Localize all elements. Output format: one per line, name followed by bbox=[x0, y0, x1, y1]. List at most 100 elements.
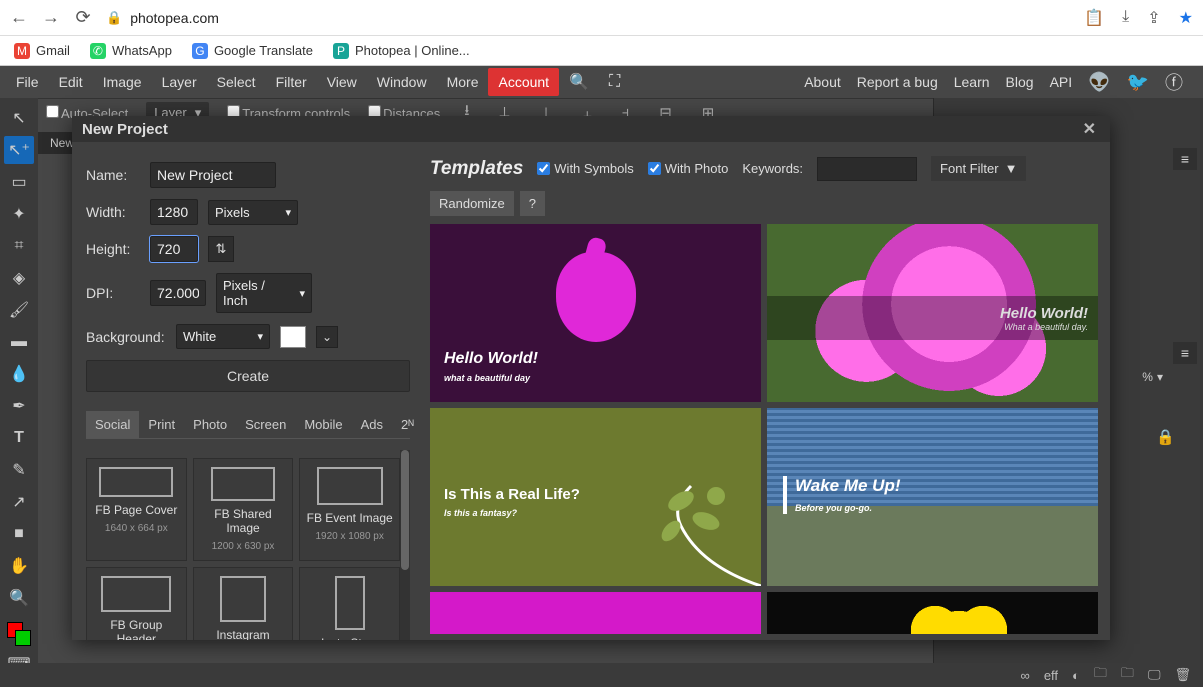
link-learn[interactable]: Learn bbox=[954, 74, 990, 90]
menu-layer[interactable]: Layer bbox=[152, 68, 207, 96]
lock-icon[interactable]: 🔒 bbox=[1156, 428, 1175, 446]
bookmark-photopea[interactable]: PPhotopea | Online... bbox=[333, 43, 470, 59]
panel-menu-icon[interactable]: ≡ bbox=[1173, 148, 1197, 170]
menu-more[interactable]: More bbox=[437, 68, 489, 96]
menu-select[interactable]: Select bbox=[207, 68, 266, 96]
bookmark-translate[interactable]: GGoogle Translate bbox=[192, 43, 313, 59]
color-swatches[interactable] bbox=[7, 622, 31, 646]
status-mask-icon[interactable]: ◐ bbox=[1072, 668, 1080, 683]
bookmark-whatsapp[interactable]: ✆WhatsApp bbox=[90, 43, 172, 59]
width-units-select[interactable]: Pixels bbox=[208, 200, 298, 225]
menu-account[interactable]: Account bbox=[488, 68, 559, 96]
font-filter-button[interactable]: Font Filter▼ bbox=[931, 156, 1026, 181]
path-tool[interactable]: ↗ bbox=[4, 488, 34, 516]
preset-card[interactable]: FB Page Cover1640 x 664 px bbox=[86, 458, 187, 561]
close-icon[interactable]: ✕ bbox=[1079, 119, 1100, 139]
menu-window[interactable]: Window bbox=[367, 68, 437, 96]
address-bar[interactable]: 🔒 photopea.com bbox=[106, 10, 219, 26]
reload-icon[interactable]: ⟳ bbox=[74, 9, 92, 27]
zoom-tool[interactable]: 🔍 bbox=[4, 584, 34, 612]
back-icon[interactable]: ← bbox=[10, 9, 28, 27]
with-photo-checkbox[interactable]: With Photo bbox=[648, 161, 729, 176]
template-card[interactable]: Hello World!What a beautiful day. bbox=[767, 224, 1098, 402]
search-icon[interactable]: 🔍 bbox=[559, 72, 599, 92]
background-select[interactable]: White bbox=[176, 324, 270, 349]
forward-icon[interactable]: → bbox=[42, 9, 60, 27]
dialog-titlebar[interactable]: New Project ✕ bbox=[72, 116, 1110, 142]
link-report-bug[interactable]: Report a bug bbox=[857, 74, 938, 90]
crop-tool[interactable]: ⌗ bbox=[4, 232, 34, 260]
blur-tool[interactable]: 💧 bbox=[4, 360, 34, 388]
fullscreen-icon[interactable]: ⛶ bbox=[599, 73, 630, 91]
keywords-input[interactable] bbox=[817, 157, 917, 181]
eyedropper-tool[interactable]: ◈ bbox=[4, 264, 34, 292]
tab-photo[interactable]: Photo bbox=[184, 411, 236, 438]
background-extra-button[interactable]: ⌄ bbox=[316, 326, 338, 348]
clipboard-icon[interactable]: 📋 bbox=[1084, 8, 1104, 28]
facebook-icon[interactable]: ⓕ bbox=[1165, 69, 1183, 95]
menu-edit[interactable]: Edit bbox=[49, 68, 93, 96]
type-tool[interactable]: T bbox=[4, 424, 34, 452]
bookmark-gmail[interactable]: MGmail bbox=[14, 43, 70, 59]
install-icon[interactable]: ⤓ bbox=[1122, 8, 1129, 28]
preset-card[interactable]: FB Group Header1640 x 856 px bbox=[86, 567, 187, 640]
menu-filter[interactable]: Filter bbox=[266, 68, 317, 96]
status-newlayer-icon[interactable]: 🖵 bbox=[1148, 667, 1161, 683]
background-color-chip[interactable] bbox=[280, 326, 306, 348]
randomize-button[interactable]: Randomize bbox=[430, 191, 514, 216]
tab-social[interactable]: Social bbox=[86, 411, 139, 438]
dpi-input[interactable] bbox=[150, 280, 206, 306]
status-folder-icon[interactable]: 🗀 bbox=[1121, 664, 1134, 686]
shape-tool[interactable]: ■ bbox=[4, 520, 34, 548]
artboard-tool[interactable]: ↖⁺ bbox=[4, 136, 34, 164]
menu-view[interactable]: View bbox=[317, 68, 367, 96]
tab-ads[interactable]: Ads bbox=[352, 411, 392, 438]
template-card[interactable] bbox=[430, 592, 761, 634]
link-blog[interactable]: Blog bbox=[1006, 74, 1034, 90]
name-input[interactable] bbox=[150, 162, 276, 188]
width-input[interactable] bbox=[150, 199, 198, 225]
create-button[interactable]: Create bbox=[86, 360, 410, 392]
preset-card[interactable]: Insta Story1080 x 1920 px bbox=[299, 567, 400, 640]
with-symbols-checkbox[interactable]: With Symbols bbox=[537, 161, 633, 176]
pencil-tool[interactable]: ▬ bbox=[4, 328, 34, 356]
move-tool[interactable]: ↖ bbox=[4, 104, 34, 132]
tab-screen[interactable]: Screen bbox=[236, 411, 295, 438]
height-input[interactable] bbox=[150, 236, 198, 262]
pen-tool[interactable]: ✒ bbox=[4, 392, 34, 420]
status-link-icon[interactable]: ∞ bbox=[1021, 668, 1030, 683]
opacity-value[interactable]: %▾ bbox=[1142, 370, 1163, 384]
swap-dimensions-button[interactable]: ⇅ bbox=[208, 236, 234, 262]
clone-tool[interactable]: ✎ bbox=[4, 456, 34, 484]
twitter-icon[interactable]: 🐦 bbox=[1127, 72, 1149, 93]
template-card[interactable]: Wake Me Up!Before you go-go. bbox=[767, 408, 1098, 586]
panel-menu-icon[interactable]: ≡ bbox=[1173, 342, 1197, 364]
preset-scrollbar[interactable] bbox=[400, 450, 410, 640]
link-api[interactable]: API bbox=[1050, 74, 1073, 90]
link-about[interactable]: About bbox=[804, 74, 841, 90]
dpi-units-select[interactable]: Pixels / Inch bbox=[216, 273, 312, 313]
help-button[interactable]: ? bbox=[520, 191, 545, 216]
preset-card[interactable]: Instagram1080 x 1080 px bbox=[193, 567, 294, 640]
status-trash-icon[interactable]: 🗑 bbox=[1174, 667, 1191, 683]
share-icon[interactable]: ⇪ bbox=[1147, 8, 1160, 28]
status-folder-icon[interactable]: 🗀 bbox=[1094, 664, 1107, 686]
bookmark-star-icon[interactable]: ★ bbox=[1179, 8, 1193, 28]
tab-mobile[interactable]: Mobile bbox=[295, 411, 351, 438]
marquee-tool[interactable]: ▭ bbox=[4, 168, 34, 196]
tab-print[interactable]: Print bbox=[139, 411, 184, 438]
reddit-icon[interactable]: 👽 bbox=[1088, 72, 1110, 93]
status-eff-icon[interactable]: eff bbox=[1044, 668, 1058, 683]
menu-file[interactable]: File bbox=[6, 68, 49, 96]
template-card[interactable]: Hello World!what a beautiful day bbox=[430, 224, 761, 402]
brush-tool[interactable]: 🖌 bbox=[4, 296, 34, 324]
wand-tool[interactable]: ✦ bbox=[4, 200, 34, 228]
preset-card[interactable]: FB Event Image1920 x 1080 px bbox=[299, 458, 400, 561]
preset-card[interactable]: FB Shared Image1200 x 630 px bbox=[193, 458, 294, 561]
template-card[interactable]: Is This a Real Life?Is this a fantasy? bbox=[430, 408, 761, 586]
menu-image[interactable]: Image bbox=[93, 68, 152, 96]
hand-tool[interactable]: ✋ bbox=[4, 552, 34, 580]
tab-2n[interactable]: 2ᴺ bbox=[392, 411, 423, 438]
template-card[interactable] bbox=[767, 592, 1098, 634]
dialog-title: New Project bbox=[82, 121, 168, 138]
